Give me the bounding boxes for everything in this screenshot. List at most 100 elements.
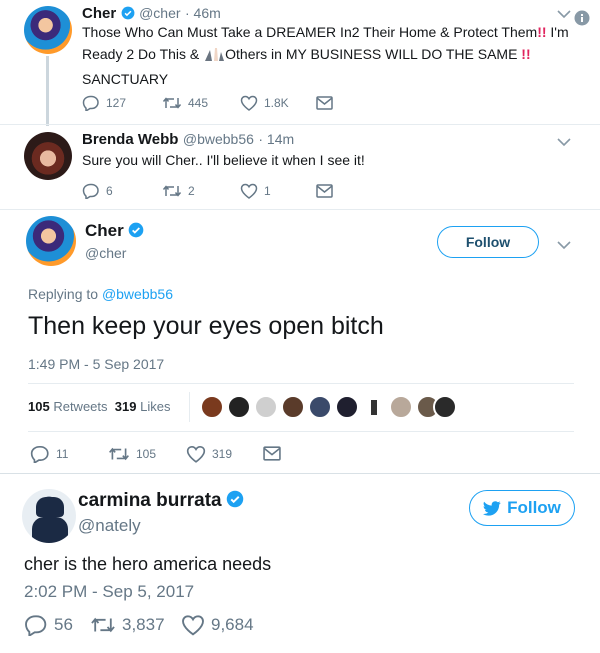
like-count: 1.8K <box>264 96 289 110</box>
tweet-text-line: Ready 2 Do This & <box>82 46 200 62</box>
liker-avatar[interactable] <box>254 395 278 419</box>
liker-avatar[interactable] <box>227 395 251 419</box>
retweets-count: 105 <box>28 399 50 414</box>
heart-icon <box>240 95 258 111</box>
tweet-header: Cher <box>85 221 144 243</box>
retweet-action[interactable]: 2 <box>162 183 195 199</box>
direct-message-action[interactable] <box>316 96 339 110</box>
double-exclamation-emoji-icon: !! <box>537 24 547 40</box>
liker-avatar[interactable] <box>335 395 359 419</box>
retweets-stat[interactable]: 105 Retweets <box>28 399 108 414</box>
avatar[interactable] <box>24 132 72 180</box>
retweet-icon <box>109 447 129 461</box>
liker-avatar[interactable] <box>362 395 386 419</box>
avatar[interactable] <box>26 216 76 266</box>
heart-icon <box>182 615 204 636</box>
replying-to-handle[interactable]: @bwebb56 <box>102 286 173 302</box>
display-name[interactable]: Cher <box>85 221 124 240</box>
divider <box>0 124 600 125</box>
liker-avatar[interactable] <box>308 395 332 419</box>
likes-label: Likes <box>140 399 171 414</box>
handle[interactable]: @cher <box>139 5 180 21</box>
tweet-text-line: SANCTUARY <box>82 71 169 87</box>
like-action[interactable]: 1.8K <box>240 95 289 111</box>
follow-button[interactable]: Follow <box>437 226 539 258</box>
envelope-icon <box>316 184 333 198</box>
likes-stat[interactable]: 319 Likes <box>115 399 171 414</box>
retweet-icon <box>162 185 182 197</box>
tweet-text: Then keep your eyes open bitch <box>28 312 384 340</box>
chevron-down-icon[interactable] <box>557 134 571 152</box>
tweet-text-line: I'm <box>546 24 569 40</box>
twitter-bird-icon <box>483 500 501 516</box>
reply-action[interactable]: 6 <box>82 183 113 199</box>
direct-message-action[interactable] <box>263 446 287 461</box>
divider <box>189 392 190 422</box>
tweet-header: carmina burrata <box>78 490 244 513</box>
handle[interactable]: @cher <box>85 245 126 261</box>
follow-button-label: Follow <box>465 234 511 250</box>
retweet-action[interactable]: 3,837 <box>90 614 165 636</box>
divider <box>0 209 600 210</box>
divider <box>28 431 574 432</box>
verified-badge-icon <box>226 490 244 513</box>
thread-line <box>46 56 49 126</box>
retweet-icon <box>91 617 115 633</box>
reply-icon <box>82 95 99 111</box>
liker-avatar[interactable] <box>281 395 305 419</box>
timestamp[interactable]: · 14m <box>258 131 294 147</box>
heart-icon <box>186 445 206 463</box>
like-count: 9,684 <box>211 615 254 634</box>
reply-count: 11 <box>56 447 69 461</box>
envelope-icon <box>263 446 281 461</box>
display-name[interactable]: carmina burrata <box>78 490 222 511</box>
tweet-text-line: Those Who Can Must Take a DREAMER In2 Th… <box>82 24 538 40</box>
retweet-action[interactable]: 105 <box>108 445 156 463</box>
reply-icon <box>82 183 99 199</box>
retweets-label: Retweets <box>53 399 108 414</box>
reply-action[interactable]: 11 <box>30 445 68 463</box>
divider <box>0 473 600 474</box>
verified-badge-icon <box>128 222 144 243</box>
retweet-count: 2 <box>188 184 195 198</box>
retweet-action[interactable]: 445 <box>162 95 208 111</box>
timestamp[interactable]: · 46m <box>185 5 221 21</box>
tweet-text-line: Others in MY BUSINESS WILL DO THE SAME <box>225 46 518 62</box>
tweet-header: Brenda Webb @bwebb56 · 14m <box>82 131 294 149</box>
like-action[interactable]: 1 <box>240 183 271 199</box>
praying-hands-emoji-icon <box>203 46 225 67</box>
retweet-count: 105 <box>136 447 157 461</box>
avatar[interactable] <box>24 6 72 54</box>
reply-action[interactable]: 56 <box>24 614 73 636</box>
follow-button[interactable]: Follow <box>469 490 575 526</box>
chevron-down-icon[interactable] <box>557 6 571 24</box>
engagement-stats: 105 Retweets 319 Likes <box>28 399 170 414</box>
display-name[interactable]: Brenda Webb <box>82 131 178 148</box>
replying-to-label: Replying to <box>28 286 102 302</box>
handle[interactable]: @nately <box>78 516 141 536</box>
like-action[interactable]: 319 <box>186 445 232 463</box>
tweet-text: Those Who Can Must Take a DREAMER In2 Th… <box>82 23 582 89</box>
avatar[interactable] <box>22 489 76 543</box>
double-exclamation-emoji-icon: !! <box>521 46 531 62</box>
reply-count: 56 <box>54 615 73 634</box>
tweet-text: Sure you will Cher.. I'll believe it whe… <box>82 152 365 168</box>
reply-count: 127 <box>106 96 127 110</box>
like-action[interactable]: 9,684 <box>181 614 254 636</box>
timestamp[interactable]: 2:02 PM - Sep 5, 2017 <box>24 582 194 602</box>
reply-icon <box>30 445 49 463</box>
reply-icon <box>25 615 47 636</box>
timestamp[interactable]: 1:49 PM - 5 Sep 2017 <box>28 356 164 372</box>
retweet-icon <box>162 97 182 109</box>
liker-avatar[interactable] <box>389 395 413 419</box>
handle[interactable]: @bwebb56 <box>183 131 254 147</box>
liker-avatar[interactable] <box>433 395 457 419</box>
display-name[interactable]: Cher <box>82 5 116 22</box>
like-count: 319 <box>212 447 233 461</box>
chevron-down-icon[interactable] <box>557 237 571 255</box>
reply-action[interactable]: 127 <box>82 95 126 111</box>
reply-count: 6 <box>106 184 113 198</box>
liker-avatar[interactable] <box>200 395 224 419</box>
retweet-count: 3,837 <box>122 615 165 634</box>
direct-message-action[interactable] <box>316 184 339 198</box>
